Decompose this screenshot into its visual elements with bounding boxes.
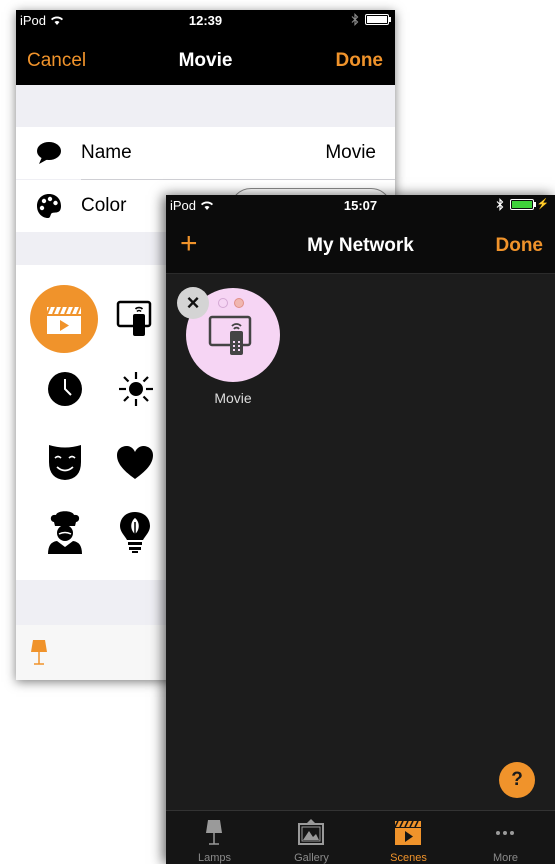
tab-scenes[interactable]: Scenes xyxy=(360,811,457,864)
bluetooth-icon xyxy=(496,198,503,211)
tab-bar: Lamps Gallery Scenes More xyxy=(166,810,555,864)
nav-bar: Cancel Movie Done xyxy=(16,30,395,85)
gallery-icon xyxy=(298,819,324,845)
tab-gallery[interactable]: Gallery xyxy=(263,811,360,864)
speech-bubble-icon xyxy=(37,142,61,164)
battery-icon xyxy=(365,14,391,25)
status-time: 12:39 xyxy=(188,13,223,28)
lamp-icon xyxy=(206,820,222,845)
palette-icon xyxy=(37,194,61,218)
tv-remote-icon[interactable] xyxy=(116,300,156,340)
chef-icon[interactable] xyxy=(44,510,86,554)
status-dot xyxy=(218,298,228,308)
clapperboard-icon[interactable] xyxy=(30,285,98,353)
light-bulb-icon[interactable] xyxy=(116,510,154,554)
nav-bar: + My Network Done xyxy=(166,215,555,274)
bluetooth-icon xyxy=(351,13,359,26)
clapperboard-icon xyxy=(394,820,421,845)
theater-mask-icon[interactable] xyxy=(46,442,84,482)
clock-icon[interactable] xyxy=(47,371,83,407)
name-row[interactable]: Name Movie xyxy=(16,127,395,179)
sun-icon[interactable] xyxy=(118,371,154,407)
battery-icon xyxy=(509,199,536,210)
tab-label: Scenes xyxy=(390,852,427,864)
scene-label: Movie xyxy=(214,390,252,406)
tab-label: Gallery xyxy=(294,852,329,864)
more-dots-icon xyxy=(496,831,514,835)
status-bar: iPod 15:07 ⚡ xyxy=(166,195,555,215)
name-value[interactable]: Movie xyxy=(325,142,376,164)
heart-icon[interactable] xyxy=(116,445,154,481)
status-bar: iPod 12:39 xyxy=(16,10,395,30)
delete-scene-button[interactable]: × xyxy=(177,287,209,319)
tab-more[interactable]: More xyxy=(457,811,554,864)
tab-lamps[interactable]: Lamps xyxy=(166,811,263,864)
tv-remote-icon xyxy=(208,315,252,355)
help-button[interactable]: ? xyxy=(499,762,535,798)
lamp-icon[interactable] xyxy=(29,638,49,666)
tab-label: More xyxy=(492,852,519,864)
color-label: Color xyxy=(81,195,127,216)
tab-label: Lamps xyxy=(197,852,232,864)
my-network-screen: iPod 15:07 ⚡ + My Network Done Movie × ?… xyxy=(166,195,555,864)
status-dot xyxy=(234,298,244,308)
done-button[interactable]: Done xyxy=(336,50,384,72)
done-button[interactable]: Done xyxy=(496,235,544,257)
charging-icon: ⚡ xyxy=(536,199,549,210)
name-label: Name xyxy=(81,142,132,163)
